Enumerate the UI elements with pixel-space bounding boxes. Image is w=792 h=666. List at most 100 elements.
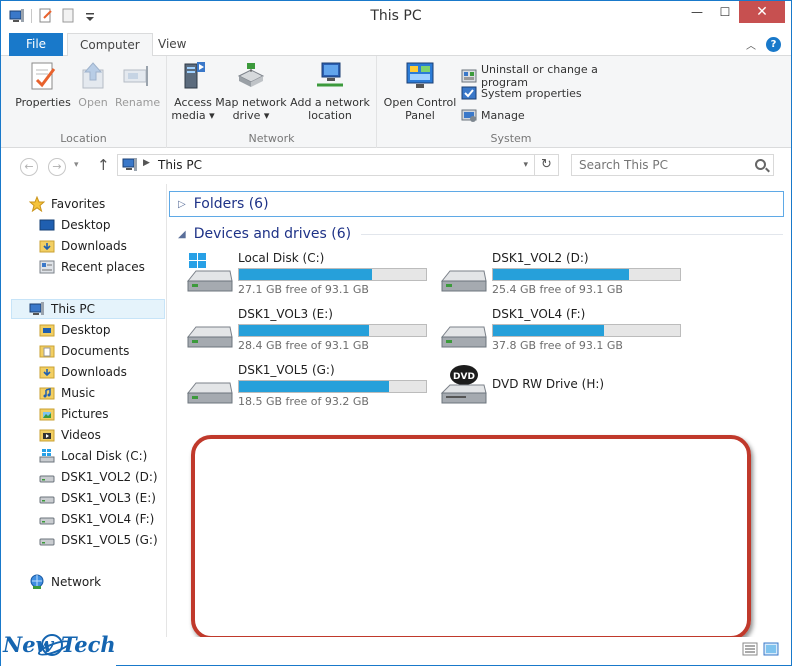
large-icons-view-icon[interactable] — [763, 642, 779, 656]
address-dropdown-icon[interactable]: ▾ — [523, 160, 528, 170]
drive-usage-bar — [238, 324, 427, 337]
watermark-logo: New Tech — [1, 626, 116, 666]
nav-videos[interactable]: Videos — [1, 425, 167, 445]
network-group-label: Network — [248, 132, 295, 145]
nav-label: DSK1_VOL3 (E:) — [61, 491, 156, 505]
drive-usage-bar — [238, 380, 427, 393]
drive-name: DSK1_VOL3 (E:) — [238, 307, 333, 321]
drive-free-space: 37.8 GB free of 93.1 GB — [492, 339, 623, 352]
system-properties-icon — [461, 85, 477, 101]
drive-usage-fill — [493, 325, 605, 336]
drive-tile[interactable]: DSK1_VOL4 (F:) 37.8 GB free of 93.1 GB — [440, 307, 695, 355]
nav-downloads[interactable]: Downloads — [1, 362, 167, 382]
drive-icon — [39, 490, 55, 506]
nav-this-pc[interactable]: This PC — [11, 299, 165, 319]
nav-documents[interactable]: Documents — [1, 341, 167, 361]
nav-label: DSK1_VOL4 (F:) — [61, 512, 155, 526]
open-control-panel-button[interactable]: Open Control Panel — [381, 60, 459, 122]
minimize-button[interactable]: — — [683, 1, 711, 23]
window-title: This PC — [370, 8, 422, 24]
drive-name: DVD RW Drive (H:) — [492, 377, 605, 391]
drive-name: Local Disk (C:) — [238, 251, 325, 265]
nav-recent-places[interactable]: Recent places — [1, 257, 167, 277]
open-label: Open — [78, 96, 108, 109]
system-properties-button[interactable]: System properties — [461, 85, 582, 101]
folders-header-label: Folders (6) — [193, 196, 269, 212]
drive-free-space: 25.4 GB free of 93.1 GB — [492, 283, 623, 296]
search-icon[interactable] — [755, 159, 766, 170]
folders-group-header[interactable]: ▷ Folders (6) — [169, 191, 784, 217]
nav-vol2[interactable]: DSK1_VOL2 (D:) — [1, 467, 167, 487]
tab-file[interactable]: File — [9, 33, 63, 56]
drive-free-space: 27.1 GB free of 93.1 GB — [238, 283, 369, 296]
rename-icon — [121, 60, 153, 92]
nav-local-disk[interactable]: Local Disk (C:) — [1, 446, 167, 466]
dvd-drive-icon: DVD — [440, 365, 488, 409]
address-bar[interactable]: ▶ This PC ▾ ↻ — [117, 154, 559, 176]
drive-tile[interactable]: DSK1_VOL2 (D:) 25.4 GB free of 93.1 GB — [440, 251, 695, 299]
tab-computer[interactable]: Computer — [67, 33, 153, 57]
refresh-icon[interactable]: ↻ — [534, 155, 558, 175]
nav-favorites[interactable]: Favorites — [1, 194, 167, 214]
help-icon[interactable]: ? — [766, 37, 781, 52]
window-controls: — ☐ ✕ — [683, 1, 785, 23]
drive-tile[interactable]: DSK1_VOL5 (G:) 18.5 GB free of 93.2 GB — [186, 363, 441, 411]
nav-label: Desktop — [61, 218, 111, 232]
drive-tile[interactable]: Local Disk (C:) 27.1 GB free of 93.1 GB — [186, 251, 441, 299]
nav-music[interactable]: Music — [1, 383, 167, 403]
content-pane: ▷ Folders (6) ◢ Devices and drives (6) L… — [168, 184, 791, 640]
breadcrumb-this-pc[interactable]: This PC — [158, 158, 202, 172]
nav-label: Music — [61, 386, 96, 400]
recent-locations-dropdown[interactable]: ▾ — [74, 160, 79, 170]
nav-desktop[interactable]: Desktop — [1, 320, 167, 340]
devices-group-header[interactable]: ◢ Devices and drives (6) — [168, 221, 783, 247]
nav-vol4[interactable]: DSK1_VOL4 (F:) — [1, 509, 167, 529]
dvd-drive-tile[interactable]: DVD DVD RW Drive (H:) — [440, 363, 695, 411]
collapse-arrow-icon[interactable]: ◢ — [178, 229, 186, 240]
downloads-folder-icon — [39, 238, 55, 254]
expand-arrow-icon[interactable]: ▷ — [178, 199, 186, 210]
nav-pictures[interactable]: Pictures — [1, 404, 167, 424]
details-view-icon[interactable] — [742, 642, 758, 656]
drive-tile[interactable]: DSK1_VOL3 (E:) 28.4 GB free of 93.1 GB — [186, 307, 441, 355]
close-button[interactable]: ✕ — [739, 1, 785, 23]
drive-icon — [440, 253, 488, 297]
tab-view[interactable]: View — [146, 33, 198, 56]
nav-vol3[interactable]: DSK1_VOL3 (E:) — [1, 488, 167, 508]
status-bar — [1, 637, 791, 665]
drive-icon — [440, 309, 488, 353]
nav-vol5[interactable]: DSK1_VOL5 (G:) — [1, 530, 167, 550]
drive-icon — [39, 532, 55, 548]
drive-name: DSK1_VOL5 (G:) — [238, 363, 335, 377]
drive-icon — [39, 469, 55, 485]
access-media-button[interactable]: Access media ▾ — [171, 60, 215, 122]
logo-text-right: Tech — [61, 632, 116, 657]
breadcrumb-chevron-icon[interactable]: ▶ — [143, 158, 150, 168]
map-network-drive-button[interactable]: Map network drive ▾ — [215, 60, 287, 122]
back-button[interactable]: ← — [20, 158, 38, 176]
add-location-label-2: location — [308, 109, 352, 122]
search-box[interactable] — [571, 154, 774, 176]
maximize-button[interactable]: ☐ — [711, 1, 739, 23]
properties-label: Properties — [15, 96, 71, 109]
drive-usage-fill — [239, 269, 372, 280]
system-properties-label: System properties — [481, 86, 582, 100]
music-folder-icon — [39, 385, 55, 401]
nav-network[interactable]: Network — [1, 572, 167, 592]
rename-button[interactable]: Rename — [115, 60, 160, 109]
map-drive-label-2: drive ▾ — [232, 109, 270, 122]
nav-desktop-favorite[interactable]: Desktop — [1, 215, 167, 235]
ribbon-tabs: File Computer View ︿ ? — [1, 33, 791, 57]
forward-button[interactable]: → — [48, 158, 66, 176]
up-arrow-icon[interactable]: ↑ — [97, 156, 110, 174]
add-network-location-button[interactable]: Add a network location — [289, 60, 371, 122]
network-icon — [29, 574, 45, 590]
manage-button[interactable]: Manage — [461, 107, 525, 123]
drive-usage-bar — [492, 268, 681, 281]
search-input[interactable] — [572, 155, 742, 175]
nav-label: Videos — [61, 428, 101, 442]
properties-button[interactable]: Properties — [15, 60, 71, 109]
chevron-up-icon[interactable]: ︿ — [746, 37, 756, 52]
open-button[interactable]: Open — [75, 60, 111, 109]
nav-downloads-favorite[interactable]: Downloads — [1, 236, 167, 256]
